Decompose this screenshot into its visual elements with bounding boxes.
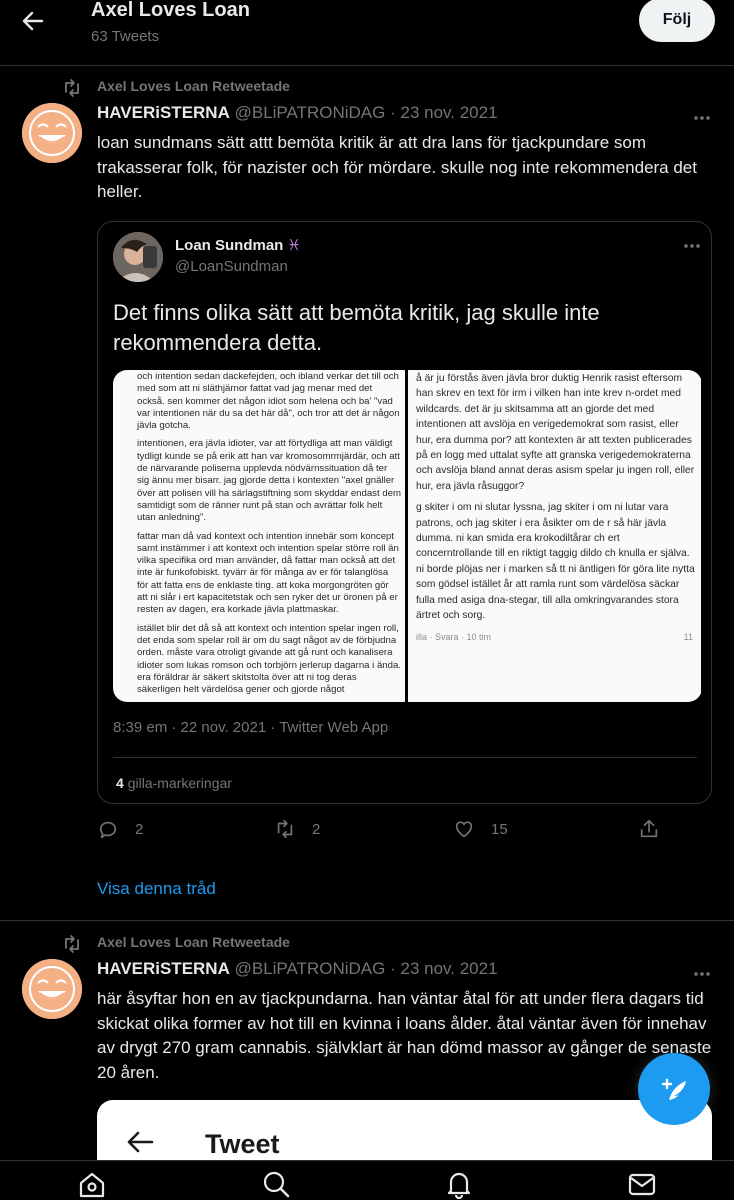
back-arrow-icon — [125, 1130, 155, 1154]
reply-count: 2 — [135, 820, 144, 838]
avatar[interactable] — [22, 103, 82, 163]
tweet-date[interactable]: · 23 nov. 2021 — [390, 103, 497, 122]
quoted-likes[interactable]: 4 gilla-markeringar — [116, 775, 232, 791]
tweet-date[interactable]: · 23 nov. 2021 — [390, 959, 497, 978]
screenshot-paragraph: fattar man då vad kontext och intention … — [137, 530, 399, 616]
retweet-context: Axel Loves Loan Retweetade — [62, 933, 290, 955]
bottom-navigation — [0, 1160, 734, 1200]
like-button[interactable]: 15 — [453, 818, 508, 840]
tweet-actions: 2 2 15 — [97, 818, 717, 846]
quoted-author-name-text: Loan Sundman — [175, 237, 284, 254]
retweet-button[interactable]: 2 — [274, 818, 320, 840]
pisces-sign: ♓ — [287, 237, 301, 254]
messages-icon[interactable] — [627, 1169, 657, 1199]
author-handle[interactable]: @BLiPATRONiDAG — [235, 103, 386, 122]
profile-title: Axel Loves Loan — [91, 0, 250, 21]
retweet-label: Axel Loves Loan Retweetade — [97, 934, 290, 950]
like-icon — [453, 818, 475, 840]
quoted-tweet-text: Det finns olika sätt att bemöta kritik, … — [113, 300, 600, 355]
more-icon[interactable] — [690, 964, 714, 984]
screenshot-paragraph: å är ju förstås även jävla bror duktig H… — [416, 373, 695, 492]
quoted-media[interactable]: och intention sedan dackefejden, och ibl… — [113, 370, 702, 702]
reactions-count: 11 — [683, 631, 693, 642]
embed-title: Tweet — [205, 1129, 280, 1159]
top-header: Axel Loves Loan 63 Tweets Följ — [0, 0, 734, 66]
like-count: 15 — [491, 820, 508, 838]
reply-icon — [97, 818, 119, 840]
compose-icon — [656, 1071, 692, 1107]
show-thread-link[interactable]: Visa denna tråd — [97, 879, 216, 899]
tweet-text: loan sundmans sätt attt bemöta kritik är… — [97, 133, 697, 201]
quoted-timestamp[interactable]: 8:39 em · 22 nov. 2021 · Twitter Web App — [113, 719, 388, 736]
reply-button[interactable]: 2 — [97, 818, 143, 840]
divider — [0, 920, 734, 921]
author-handle[interactable]: @BLiPATRONiDAG — [235, 959, 386, 978]
screenshot-paragraph: och intention sedan dackefejden, och ibl… — [137, 371, 400, 432]
tweet-text: här åsyftar hon en av tjackpundarna. han… — [97, 989, 712, 1082]
screenshot-footer: illa · Svara · 10 tim 11 — [416, 630, 697, 645]
tweet-header: HAVERiSTERNA @BLiPATRONiDAG · 23 nov. 20… — [97, 103, 498, 127]
screenshot-left[interactable]: och intention sedan dackefejden, och ibl… — [113, 370, 405, 702]
search-icon[interactable] — [261, 1169, 291, 1199]
notifications-icon[interactable] — [444, 1169, 474, 1199]
screenshot-footer-actions: illa · Svara · 10 tim — [416, 631, 492, 642]
tweet-count: 63 Tweets — [91, 28, 160, 45]
retweet-icon — [62, 78, 82, 98]
likes-count: 4 — [116, 775, 124, 791]
author-name[interactable]: HAVERiSTERNA — [97, 103, 230, 122]
more-icon[interactable] — [680, 236, 704, 256]
quoted-author-name[interactable]: Loan Sundman ♓ — [175, 236, 301, 254]
follow-button[interactable]: Följ — [639, 0, 715, 42]
avatar[interactable] — [113, 232, 163, 282]
back-arrow-icon[interactable] — [18, 6, 48, 36]
likes-label: gilla-markeringar — [127, 775, 232, 791]
screenshot-paragraph: g skiter i om ni slutar lyssna, jag skit… — [416, 502, 695, 622]
tweet-header: HAVERiSTERNA @BLiPATRONiDAG · 23 nov. 20… — [97, 959, 498, 983]
screenshot-right[interactable]: å är ju förstås även jävla bror duktig H… — [408, 370, 701, 702]
divider — [113, 757, 697, 758]
share-icon — [638, 818, 660, 840]
retweet-count: 2 — [312, 820, 321, 838]
screenshot-paragraph: intentionen, era jävla idioter, var att … — [137, 438, 401, 524]
quoted-author-handle[interactable]: @LoanSundman — [175, 258, 288, 275]
quoted-tweet[interactable]: Loan Sundman ♓ @LoanSundman Det finns oli… — [97, 221, 712, 804]
more-icon[interactable] — [690, 108, 714, 128]
screenshot-paragraph: istället blir det då så att kontext och … — [137, 622, 401, 696]
share-button[interactable] — [638, 818, 660, 840]
retweet-icon — [274, 818, 296, 840]
compose-tweet-button[interactable] — [638, 1053, 710, 1125]
retweet-label: Axel Loves Loan Retweetade — [97, 78, 290, 94]
retweet-icon — [62, 934, 82, 954]
avatar[interactable] — [22, 959, 82, 1019]
author-name[interactable]: HAVERiSTERNA — [97, 959, 230, 978]
retweet-context: Axel Loves Loan Retweetade — [62, 77, 290, 99]
home-icon[interactable] — [77, 1169, 107, 1199]
